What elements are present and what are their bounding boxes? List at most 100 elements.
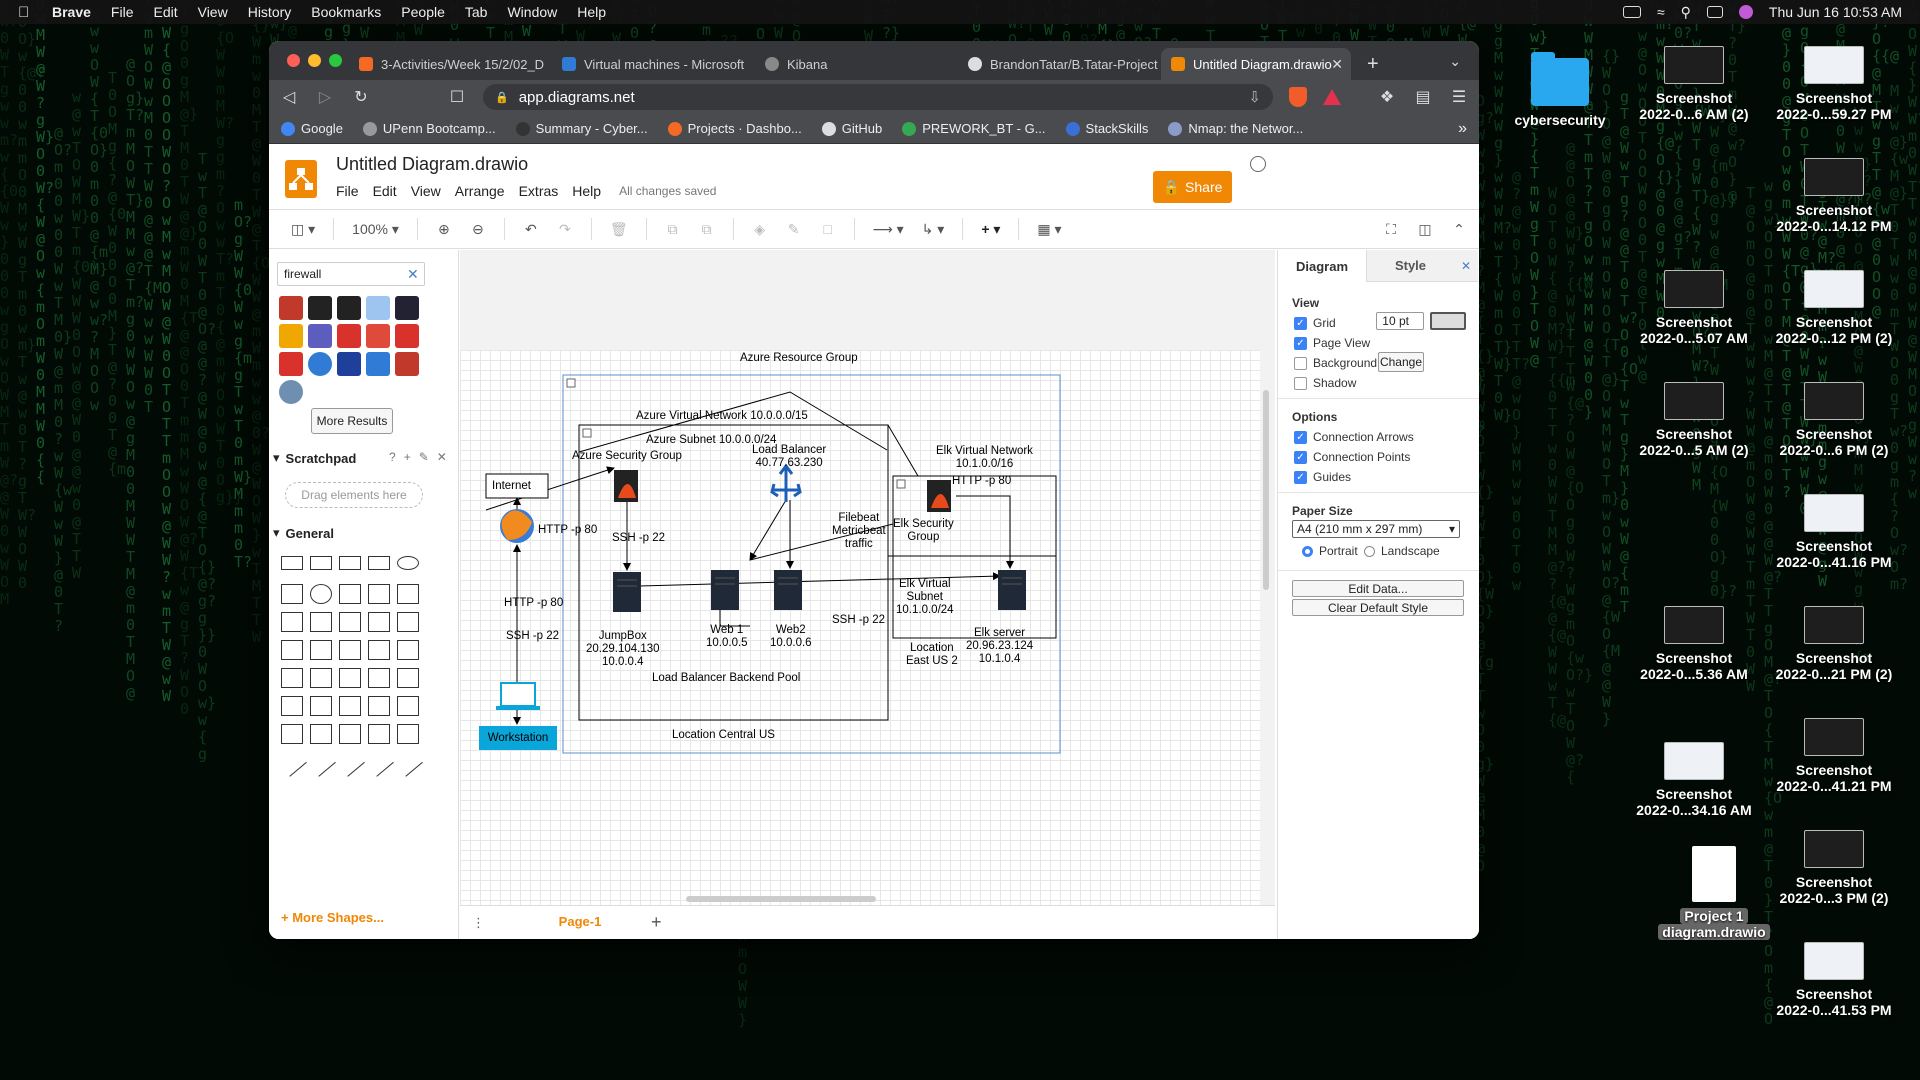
document-title[interactable]: Untitled Diagram.drawio bbox=[336, 154, 528, 175]
browser-tab-github[interactable]: BrandonTatar/B.Tatar-Project bbox=[958, 48, 1161, 80]
firewall-shape-icon[interactable] bbox=[337, 296, 361, 320]
general-shape-icon[interactable] bbox=[335, 747, 365, 777]
firewall-shape-icon[interactable] bbox=[366, 296, 390, 320]
connection-points-checkbox[interactable]: ✓ Connection Points bbox=[1294, 450, 1410, 464]
edit-data-button[interactable]: Edit Data... bbox=[1292, 580, 1464, 597]
menu-help[interactable]: Help bbox=[572, 183, 601, 199]
firewall-shape-icon[interactable] bbox=[366, 324, 390, 348]
tab-diagram[interactable]: Diagram bbox=[1278, 250, 1366, 282]
more-results-button[interactable]: More Results bbox=[311, 408, 393, 434]
paper-size-select[interactable]: A4 (210 mm x 297 mm) ▾ bbox=[1292, 520, 1460, 538]
firewall-shape-icon[interactable] bbox=[279, 352, 303, 376]
close-panel-icon[interactable]: ✕ bbox=[1454, 250, 1478, 282]
grid-color-swatch[interactable] bbox=[1430, 312, 1466, 330]
general-shape-icon[interactable] bbox=[368, 584, 390, 604]
format-panel-toggle-icon[interactable]: ◫ ▾ bbox=[291, 221, 315, 238]
general-shape-icon[interactable] bbox=[368, 696, 390, 716]
general-shape-icon[interactable] bbox=[310, 556, 332, 570]
load-balancer-icon[interactable] bbox=[770, 463, 802, 502]
insert-icon[interactable]: + ▾ bbox=[981, 221, 1000, 238]
general-shape-icon[interactable] bbox=[281, 724, 303, 744]
label-location-central[interactable]: Location Central US bbox=[672, 729, 775, 742]
fullscreen-icon[interactable]: ⛶ bbox=[1383, 221, 1399, 238]
general-shape-icon[interactable] bbox=[306, 747, 336, 777]
forward-icon[interactable]: ▷ bbox=[315, 87, 335, 107]
guides-checkbox[interactable]: ✓ Guides bbox=[1294, 470, 1351, 484]
menubar-app-name[interactable]: Brave bbox=[52, 4, 91, 20]
format-panel-icon[interactable]: ◫ bbox=[1417, 221, 1433, 238]
close-icon[interactable]: ✕ bbox=[437, 450, 447, 464]
to-back-icon[interactable]: ⧉ bbox=[699, 221, 715, 238]
shape-search-input[interactable]: firewall bbox=[277, 262, 425, 286]
label-http80-elk[interactable]: HTTP -p 80 bbox=[952, 475, 1011, 488]
general-shape-icon[interactable] bbox=[397, 556, 419, 570]
maximize-window-button[interactable] bbox=[329, 54, 342, 67]
general-shape-icon[interactable] bbox=[364, 747, 394, 777]
firewall-shape-icon[interactable] bbox=[308, 352, 332, 376]
laptop-icon[interactable] bbox=[500, 682, 536, 707]
menubar-tab[interactable]: Tab bbox=[465, 4, 488, 20]
browser-tab-kibana[interactable]: Kibana bbox=[755, 48, 958, 80]
label-elk-subnet[interactable]: Elk Virtual Subnet 10.1.0.0/24 bbox=[896, 578, 954, 617]
desktop-folder-cybersecurity[interactable]: cybersecurity bbox=[1490, 52, 1630, 128]
menu-arrange[interactable]: Arrange bbox=[455, 183, 505, 199]
shadow-icon[interactable]: □ bbox=[820, 221, 836, 237]
general-shape-icon[interactable] bbox=[310, 668, 332, 688]
control-center-icon[interactable] bbox=[1706, 6, 1723, 18]
web2-server-icon[interactable] bbox=[774, 570, 802, 610]
tab-style[interactable]: Style bbox=[1366, 250, 1454, 282]
general-shape-icon[interactable] bbox=[368, 612, 390, 632]
extensions-icon[interactable]: ❖ bbox=[1377, 87, 1397, 107]
menu-view[interactable]: View bbox=[411, 183, 441, 199]
general-shape-icon[interactable] bbox=[368, 724, 390, 744]
tab-search-chevron-icon[interactable]: ⌄ bbox=[1449, 53, 1461, 70]
desktop-screenshot-file[interactable]: Screenshot 2022-0...5.07 AM bbox=[1624, 270, 1764, 346]
wallet-icon[interactable]: ▤ bbox=[1413, 87, 1433, 107]
label-ssh22-jumpbox[interactable]: SSH -p 22 bbox=[612, 532, 665, 545]
general-shape-icon[interactable] bbox=[277, 747, 307, 777]
firewall-shape-icon[interactable] bbox=[395, 296, 419, 320]
redo-icon[interactable]: ↷ bbox=[557, 221, 573, 238]
label-load-balancer[interactable]: Load Balancer 40.77.63.230 bbox=[752, 444, 826, 470]
firewall-shape-icon[interactable] bbox=[395, 324, 419, 348]
firewall-shape-icon[interactable] bbox=[337, 324, 361, 348]
label-web2[interactable]: Web2 10.0.0.6 bbox=[770, 624, 812, 650]
general-shape-icon[interactable] bbox=[393, 747, 423, 777]
edge[interactable] bbox=[887, 424, 919, 477]
general-shape-icon[interactable] bbox=[397, 612, 419, 632]
general-shape-icon[interactable] bbox=[368, 640, 390, 660]
back-icon[interactable]: ◁ bbox=[279, 87, 299, 107]
edge[interactable] bbox=[749, 499, 787, 561]
elk-firewall-icon[interactable] bbox=[927, 480, 951, 512]
collapse-toggle-icon[interactable] bbox=[566, 378, 576, 388]
general-shape-icon[interactable] bbox=[368, 556, 390, 570]
pages-menu-icon[interactable]: ⋮ bbox=[472, 915, 485, 931]
grid-size-input[interactable]: 10 pt bbox=[1376, 312, 1424, 330]
firewall-shape-icon[interactable] bbox=[279, 324, 303, 348]
general-shape-icon[interactable] bbox=[339, 640, 361, 660]
diagram-page[interactable]: Azure Resource Group Azure Virtual Netwo… bbox=[460, 350, 1260, 905]
add-page-icon[interactable]: + bbox=[651, 912, 662, 933]
label-workstation[interactable]: Workstation bbox=[482, 732, 554, 745]
shadow-checkbox[interactable]: Shadow bbox=[1294, 376, 1356, 390]
desktop-screenshot-file[interactable]: Screenshot 2022-0...41.16 PM bbox=[1764, 494, 1904, 570]
bookmark-item[interactable]: Summary - Cyber... bbox=[515, 121, 648, 136]
menu-file[interactable]: File bbox=[336, 183, 359, 199]
label-backend-pool[interactable]: Load Balancer Backend Pool bbox=[652, 672, 800, 685]
desktop-screenshot-file[interactable]: Screenshot 2022-0...14.12 PM bbox=[1764, 158, 1904, 234]
menubar-people[interactable]: People bbox=[401, 4, 445, 20]
table-icon[interactable]: ▦ ▾ bbox=[1037, 221, 1061, 238]
menubar-bookmarks[interactable]: Bookmarks bbox=[311, 4, 381, 20]
general-shape-icon[interactable] bbox=[339, 584, 361, 604]
desktop-screenshot-file[interactable]: Screenshot 2022-0...41.53 PM bbox=[1764, 942, 1904, 1018]
menubar-file[interactable]: File bbox=[111, 4, 134, 20]
connection-style-icon[interactable]: ⟶ ▾ bbox=[873, 221, 904, 238]
scratchpad-header[interactable]: ▾ Scratchpad bbox=[273, 450, 356, 466]
bookmark-item[interactable]: Google bbox=[281, 121, 343, 136]
brave-rewards-icon[interactable] bbox=[1323, 89, 1341, 105]
siri-icon[interactable] bbox=[1738, 5, 1753, 19]
page-tab-1[interactable]: Page-1 bbox=[525, 906, 635, 939]
firewall-shape-icon[interactable] bbox=[395, 352, 419, 376]
menubar-view[interactable]: View bbox=[198, 4, 228, 20]
jumpbox-server-icon[interactable] bbox=[613, 572, 641, 612]
